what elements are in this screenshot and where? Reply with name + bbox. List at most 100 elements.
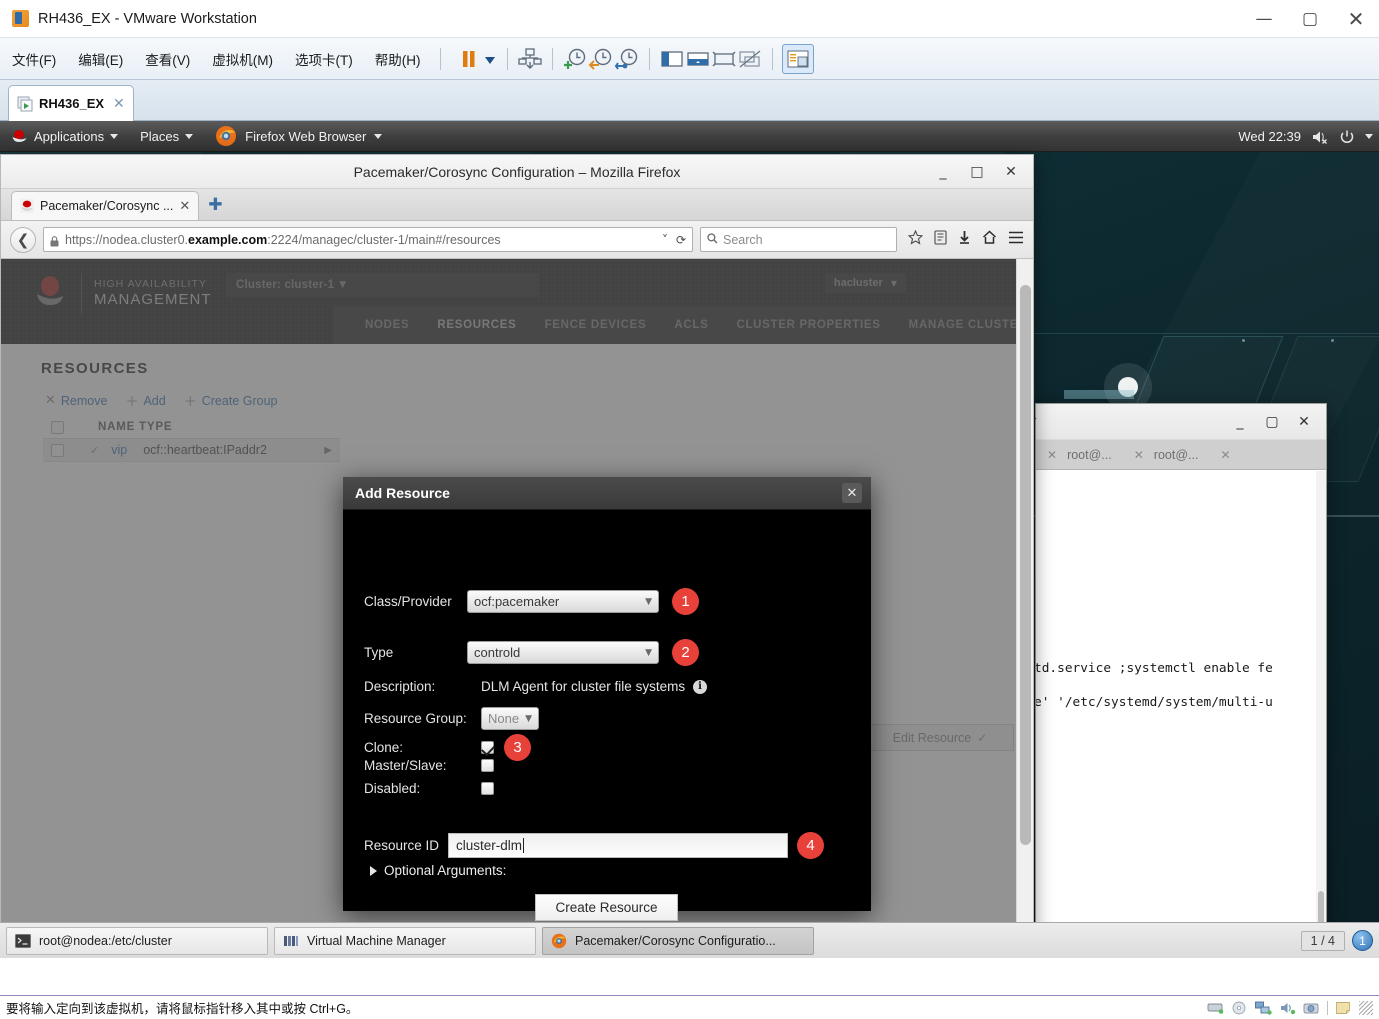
nav-cluster-properties[interactable]: CLUSTER PROPERTIES (722, 319, 894, 331)
reader-list-icon[interactable] (934, 229, 947, 250)
terminal-scrollbar[interactable] (1316, 471, 1326, 943)
terminal-tab-1-close-icon[interactable]: ✕ (1047, 448, 1057, 462)
resource-id-input[interactable]: cluster-dlm (448, 833, 789, 858)
terminal-minimize-button[interactable]: _ (1224, 404, 1256, 440)
nav-manage-clusters[interactable]: MANAGE CLUSTERS (895, 319, 1033, 331)
applications-menu[interactable]: Applications (0, 121, 129, 152)
show-thumbnail-icon[interactable] (781, 43, 814, 74)
search-bar[interactable]: Search (700, 227, 897, 252)
row-expand-icon[interactable]: ▶ (324, 445, 332, 456)
scrollbar-thumb[interactable] (1020, 285, 1031, 845)
page-vertical-scrollbar[interactable] (1016, 259, 1033, 958)
taskbar-item-firefox[interactable]: Pacemaker/Corosync Configuratio... (542, 926, 814, 955)
create-resource-button[interactable]: Create Resource (535, 894, 678, 921)
back-button[interactable]: ❮ (10, 226, 36, 253)
class-provider-select[interactable]: ocf:pacemaker ▼ (467, 590, 659, 613)
remove-resource-button[interactable]: ✕ Remove (45, 393, 107, 408)
terminal-tab-2[interactable]: ✕ root@... (1123, 448, 1210, 462)
take-snapshot-icon[interactable] (562, 46, 588, 72)
revert-snapshot-icon[interactable] (588, 46, 614, 72)
bookmark-star-icon[interactable] (907, 229, 924, 250)
optional-arguments-toggle[interactable]: Optional Arguments: (370, 863, 506, 878)
menu-tabs[interactable]: 选项卡(T) (285, 46, 363, 72)
resource-name-link[interactable]: vip (111, 443, 127, 457)
browser-tab-close-icon[interactable]: ✕ (179, 199, 190, 214)
cdrom-icon[interactable] (1231, 1001, 1248, 1015)
hard-disk-icon[interactable] (1207, 1001, 1224, 1015)
sound-icon[interactable] (1279, 1001, 1296, 1015)
create-group-button[interactable]: ＋ Create Group (184, 391, 278, 411)
row-checkbox[interactable] (51, 443, 64, 457)
volume-muted-icon[interactable] (1311, 129, 1329, 145)
pause-icon[interactable] (456, 46, 482, 72)
chevron-down-icon-type: ▼ (645, 647, 652, 658)
resize-grip-icon[interactable] (1359, 1000, 1373, 1015)
nav-acls[interactable]: ACLS (660, 319, 722, 331)
downloads-icon[interactable] (958, 230, 971, 250)
terminal-tab-3[interactable]: ✕ (1209, 448, 1241, 462)
taskbar-item-vmm[interactable]: Virtual Machine Manager (274, 926, 536, 955)
network-icon[interactable] (1255, 1001, 1272, 1015)
terminal-maximize-button[interactable]: ▢ (1256, 404, 1288, 440)
terminal-tab-2-close-icon[interactable]: ✕ (1134, 448, 1144, 462)
notes-icon[interactable] (1335, 1001, 1352, 1015)
terminal-output[interactable]: td.service ;systemctl enable fe e' '/etc… (1036, 471, 1326, 943)
minimize-button[interactable]: — (1241, 0, 1287, 38)
menu-help[interactable]: 帮助(H) (365, 46, 431, 72)
show-sidebar-icon[interactable] (659, 46, 685, 72)
maximize-button[interactable]: ▢ (1287, 0, 1333, 38)
type-select[interactable]: controld ▼ (467, 641, 659, 664)
reload-icon[interactable]: ⟳ (676, 233, 686, 247)
add-resource-button[interactable]: ＋ Add (125, 391, 165, 411)
info-icon[interactable]: i (693, 679, 708, 694)
resource-group-select[interactable]: None ▼ (481, 707, 539, 730)
snapshot-manager-icon[interactable] (517, 46, 543, 72)
workspace-count[interactable]: 1 / 4 (1300, 930, 1345, 951)
url-bar[interactable]: https://nodea.cluster0.example.com:2224/… (43, 227, 693, 252)
fullscreen-icon[interactable] (711, 46, 737, 72)
disabled-checkbox[interactable] (481, 782, 494, 795)
places-menu[interactable]: Places (129, 121, 204, 152)
terminal-tab-1[interactable]: ✕ root@... (1036, 448, 1123, 462)
manage-snapshots-icon[interactable] (614, 46, 640, 72)
vm-tab-close-icon[interactable]: ✕ (113, 96, 125, 112)
terminal-tab-3-close-icon[interactable]: ✕ (1220, 448, 1230, 462)
vm-tab-rh436[interactable]: RH436_EX ✕ (8, 85, 134, 121)
chevron-down-icon-status[interactable] (1365, 134, 1373, 139)
firefox-minimize-button[interactable]: _ (927, 155, 959, 189)
active-app-menu[interactable]: Firefox Web Browser (204, 121, 393, 152)
nav-nodes[interactable]: NODES (351, 319, 423, 331)
clock[interactable]: Wed 22:39 (1238, 129, 1301, 144)
menu-edit[interactable]: 编辑(E) (68, 46, 133, 72)
master-slave-checkbox[interactable] (481, 759, 494, 772)
edit-resource-button[interactable]: Edit Resource ✓ (866, 724, 1014, 751)
url-dropdown-icon[interactable]: ˅ (662, 233, 668, 247)
clone-checkbox[interactable] (481, 741, 494, 754)
workspace-current[interactable]: 1 (1352, 930, 1373, 951)
hamburger-menu-icon[interactable] (1008, 231, 1024, 249)
cluster-selector[interactable]: Cluster: cluster-1 ▼ (226, 273, 539, 297)
camera-icon[interactable] (1303, 1001, 1320, 1015)
select-all-checkbox[interactable] (51, 420, 64, 434)
terminal-close-button[interactable]: ✕ (1288, 404, 1320, 440)
firefox-maximize-button[interactable]: □ (961, 155, 993, 189)
firefox-close-button[interactable]: ✕ (995, 155, 1027, 189)
unity-icon[interactable] (737, 46, 763, 72)
menu-vm[interactable]: 虚拟机(M) (202, 46, 283, 72)
table-row[interactable]: ✓ vip ocf::heartbeat:IPaddr2 ▶ (43, 439, 340, 462)
taskbar-item-terminal[interactable]: root@nodea:/etc/cluster (6, 926, 268, 955)
user-menu[interactable]: hacluster ▼ (824, 273, 906, 293)
menu-file[interactable]: 文件(F) (2, 46, 66, 72)
menu-view[interactable]: 查看(V) (135, 46, 200, 72)
dialog-close-button[interactable]: ✕ (842, 483, 862, 503)
show-console-icon[interactable] (685, 46, 711, 72)
search-input[interactable]: Search (723, 233, 763, 247)
new-tab-button[interactable]: ✚ (208, 195, 222, 215)
nav-fence-devices[interactable]: FENCE DEVICES (531, 319, 661, 331)
nav-resources[interactable]: RESOURCES (423, 319, 530, 331)
close-button[interactable]: ✕ (1333, 0, 1379, 38)
dropdown-caret-icon[interactable] (482, 46, 498, 72)
home-icon[interactable] (982, 229, 997, 250)
browser-tab-pcs[interactable]: Pacemaker/Corosync ... ✕ (11, 191, 200, 220)
power-icon[interactable] (1339, 129, 1355, 145)
